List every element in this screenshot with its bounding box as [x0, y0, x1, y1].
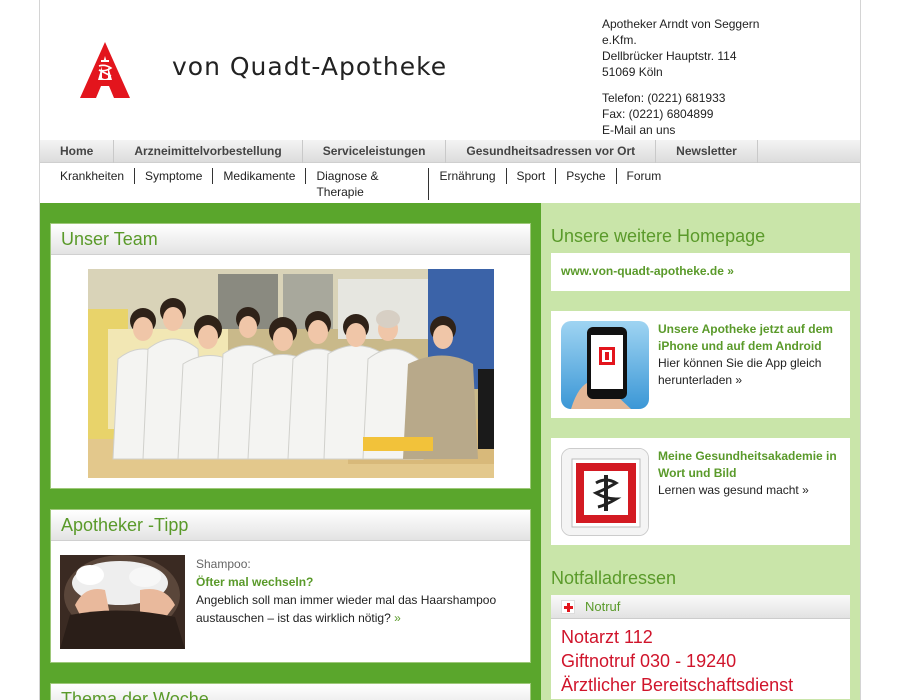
- content: Unser Team Apotheker -Tipp Shampoo: Öfte…: [40, 203, 860, 700]
- red-cross-icon: [561, 599, 575, 614]
- subnav-ernaehrung[interactable]: Ernährung: [429, 168, 507, 184]
- homepage-box: www.von-quadt-apotheke.de »: [551, 253, 850, 291]
- app-more-link[interactable]: »: [735, 373, 742, 387]
- brand-name[interactable]: von Quadt-Apotheke: [172, 52, 447, 81]
- fax: Fax: (0221) 6804899: [602, 107, 714, 121]
- app-box: Unsere Apotheke jetzt auf dem iPhone und…: [551, 311, 850, 418]
- tip-text: Shampoo: Öfter mal wechseln? Angeblich s…: [196, 555, 516, 627]
- subnav-psyche[interactable]: Psyche: [556, 168, 617, 184]
- subnav-diagnose-therapie[interactable]: Diagnose & Therapie: [306, 168, 430, 200]
- header: von Quadt-Apotheke Apotheker Arndt von S…: [40, 0, 860, 140]
- akademie-box: Meine Gesundheitsakademie in Wort und Bi…: [551, 438, 850, 545]
- tip-body-text: Angeblich soll man immer wieder mal das …: [196, 593, 497, 625]
- akademie-title-link[interactable]: Meine Gesundheitsakademie in Wort und Bi…: [658, 448, 843, 482]
- week-title: Thema der Woche: [51, 684, 530, 700]
- tip-kicker: Shampoo:: [196, 557, 251, 571]
- subnav-sport[interactable]: Sport: [507, 168, 557, 184]
- phone: Telefon: (0221) 681933: [602, 91, 726, 105]
- nav-home[interactable]: Home: [40, 140, 115, 163]
- team-box: Unser Team: [50, 223, 531, 489]
- address-line: e.Kfm.: [602, 33, 637, 47]
- apotheke-logo-icon[interactable]: [76, 40, 134, 100]
- page: von Quadt-Apotheke Apotheker Arndt von S…: [39, 0, 861, 700]
- smartphone-app-icon[interactable]: [561, 321, 649, 409]
- address-block: Apotheker Arndt von Seggern e.Kfm. Dellb…: [602, 16, 759, 138]
- team-title: Unser Team: [51, 224, 530, 255]
- notruf-list: Notarzt 112 Giftnotruf 030 - 19240 Ärztl…: [551, 619, 850, 699]
- address-line: Apotheker Arndt von Seggern: [602, 17, 760, 31]
- notruf-giftnotruf: Giftnotruf 030 - 19240: [561, 651, 737, 671]
- tip-more-link[interactable]: »: [394, 611, 401, 625]
- tip-headline-link[interactable]: Öfter mal wechseln?: [196, 573, 516, 591]
- notfall-title: Notfalladressen: [551, 568, 677, 588]
- address-line: Dellbrücker Hauptstr. 114: [602, 49, 737, 63]
- sub-nav: Krankheiten Symptome Medikamente Diagnos…: [40, 163, 860, 203]
- email-link[interactable]: E-Mail an uns: [602, 122, 759, 138]
- subnav-krankheiten[interactable]: Krankheiten: [50, 168, 136, 184]
- left-column: Unser Team Apotheker -Tipp Shampoo: Öfte…: [40, 203, 541, 700]
- main-nav: Home Arzneimittelvorbestellung Servicele…: [40, 140, 860, 163]
- nav-serviceleistungen[interactable]: Serviceleistungen: [303, 140, 447, 163]
- subnav-forum[interactable]: Forum: [617, 168, 672, 184]
- notruf-label: Notruf: [585, 598, 621, 614]
- tip-title: Apotheker -Tipp: [51, 510, 530, 541]
- homepage-title: Unsere weitere Homepage: [551, 226, 766, 246]
- akademie-more-link[interactable]: »: [802, 483, 809, 497]
- nav-newsletter[interactable]: Newsletter: [656, 140, 758, 163]
- subnav-medikamente[interactable]: Medikamente: [213, 168, 307, 184]
- notruf-bereitschaftsdienst: Ärztlicher Bereitschaftsdienst: [561, 675, 794, 695]
- homepage-link[interactable]: www.von-quadt-apotheke.de: [561, 264, 724, 278]
- akademie-logo-icon[interactable]: [561, 448, 649, 536]
- notruf-header: Notruf: [551, 595, 850, 619]
- homepage-more[interactable]: »: [727, 264, 734, 278]
- week-box: Thema der Woche: [50, 683, 531, 700]
- notfall-box: Notruf Notarzt 112 Giftnotruf 030 - 1924…: [551, 595, 850, 699]
- tip-box: Apotheker -Tipp Shampoo: Öfter mal wechs…: [50, 509, 531, 663]
- right-column: Unsere weitere Homepage www.von-quadt-ap…: [541, 203, 860, 700]
- nav-gesundheitsadressen[interactable]: Gesundheitsadressen vor Ort: [446, 140, 657, 163]
- address-line: 51069 Köln: [602, 65, 663, 79]
- team-photo[interactable]: [88, 269, 494, 478]
- notruf-notarzt: Notarzt 112: [561, 627, 653, 647]
- app-title-link[interactable]: Unsere Apotheke jetzt auf dem iPhone und…: [658, 321, 843, 355]
- subnav-symptome[interactable]: Symptome: [135, 168, 214, 184]
- akademie-text: Lernen was gesund macht: [658, 483, 799, 497]
- nav-arzneimittelvorbestellung[interactable]: Arzneimittelvorbestellung: [114, 140, 303, 163]
- shampoo-photo[interactable]: [60, 555, 185, 649]
